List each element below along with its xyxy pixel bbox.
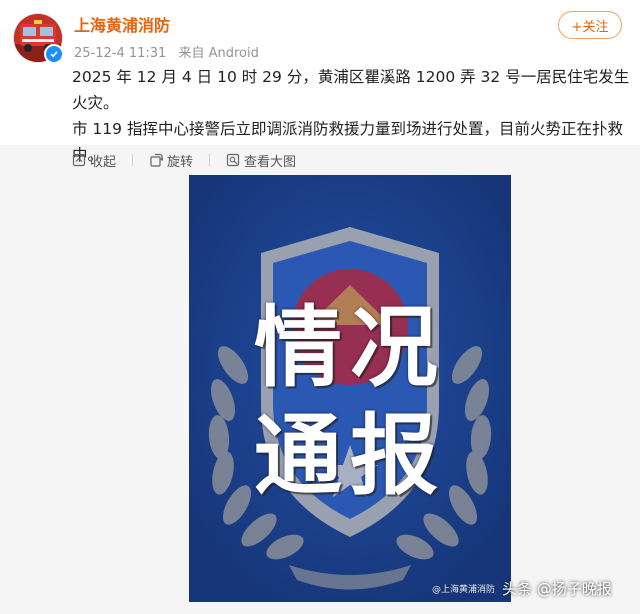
rotate-icon xyxy=(150,153,164,167)
notice-title-line2: 通报 xyxy=(253,404,446,507)
image-watermark: @上海黄浦消防 xyxy=(432,585,496,595)
author-name[interactable]: 上海黄浦消防 xyxy=(74,12,170,36)
source-watermark: 头条 @扬子晚报 xyxy=(502,580,612,598)
zoom-image-icon xyxy=(226,153,240,167)
collapse-label: 收起 xyxy=(90,154,117,170)
avatar[interactable] xyxy=(14,14,64,64)
collapse-button[interactable]: 收起 xyxy=(72,151,116,170)
divider xyxy=(132,154,134,166)
view-full-label: 查看大图 xyxy=(244,154,297,170)
rotate-label: 旋转 xyxy=(167,154,194,170)
image-actions-bar: 收起 旋转 查看大图 xyxy=(72,150,312,170)
post-timestamp[interactable]: 25-12-4 11:31 xyxy=(74,46,166,61)
collapse-icon xyxy=(72,153,86,167)
follow-label: +关注 xyxy=(571,19,609,35)
view-full-image-button[interactable]: 查看大图 xyxy=(226,151,296,170)
post-source: 来自 Android xyxy=(178,46,259,61)
post-meta: 25-12-4 11:31 来自 Android xyxy=(74,42,259,61)
situation-notice-image[interactable]: 情况 通报 xyxy=(189,175,511,602)
verified-icon xyxy=(44,44,64,64)
follow-button[interactable]: +关注 xyxy=(558,11,622,39)
rotate-button[interactable]: 旋转 xyxy=(149,151,193,170)
divider xyxy=(209,154,211,166)
